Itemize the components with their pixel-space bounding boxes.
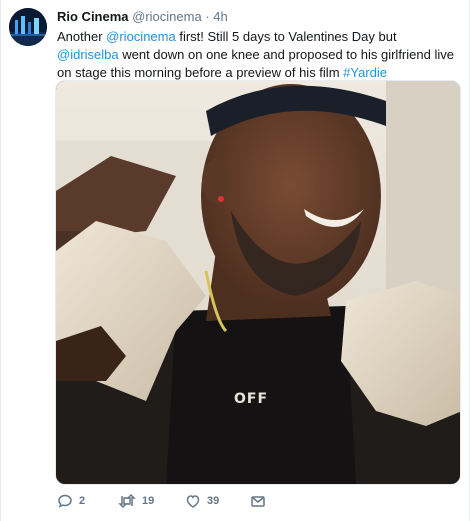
tweet-text-part: first! Still 5 days to Valentines Day bu… [175, 29, 397, 44]
reply-button[interactable]: 2 [57, 490, 85, 512]
mention-idriselba[interactable]: @idriselba [57, 47, 119, 62]
mention-riocinema[interactable]: @riocinema [106, 29, 176, 44]
like-count: 39 [207, 495, 220, 507]
retweet-count: 19 [142, 495, 155, 507]
tweet-header: Rio Cinema @riocinema · 4h [57, 9, 228, 25]
tweet-photo[interactable]: OFF [55, 80, 461, 485]
envelope-icon [250, 493, 272, 509]
like-button[interactable]: 39 [185, 490, 219, 512]
tweet-time[interactable]: 4h [213, 9, 227, 24]
author-name[interactable]: Rio Cinema [57, 9, 129, 24]
avatar[interactable] [9, 8, 47, 46]
author-handle[interactable]: @riocinema [132, 9, 202, 24]
retweet-button[interactable]: 19 [118, 490, 154, 512]
tweet-actions: 2 19 39 [55, 490, 315, 512]
reply-icon [57, 493, 79, 509]
header-separator: · [205, 9, 210, 24]
tweet-card[interactable]: Rio Cinema @riocinema · 4h Another @rioc… [0, 0, 470, 521]
tweet-text-part: Another [57, 29, 107, 44]
tweet-text: Another @riocinema first! Still 5 days t… [57, 28, 461, 82]
reply-count: 2 [79, 495, 86, 507]
message-button[interactable] [250, 490, 272, 512]
retweet-icon [118, 493, 142, 509]
shirt-print: OFF [234, 391, 268, 407]
hashtag-yardie[interactable]: #Yardie [343, 65, 387, 80]
heart-icon [185, 493, 207, 509]
